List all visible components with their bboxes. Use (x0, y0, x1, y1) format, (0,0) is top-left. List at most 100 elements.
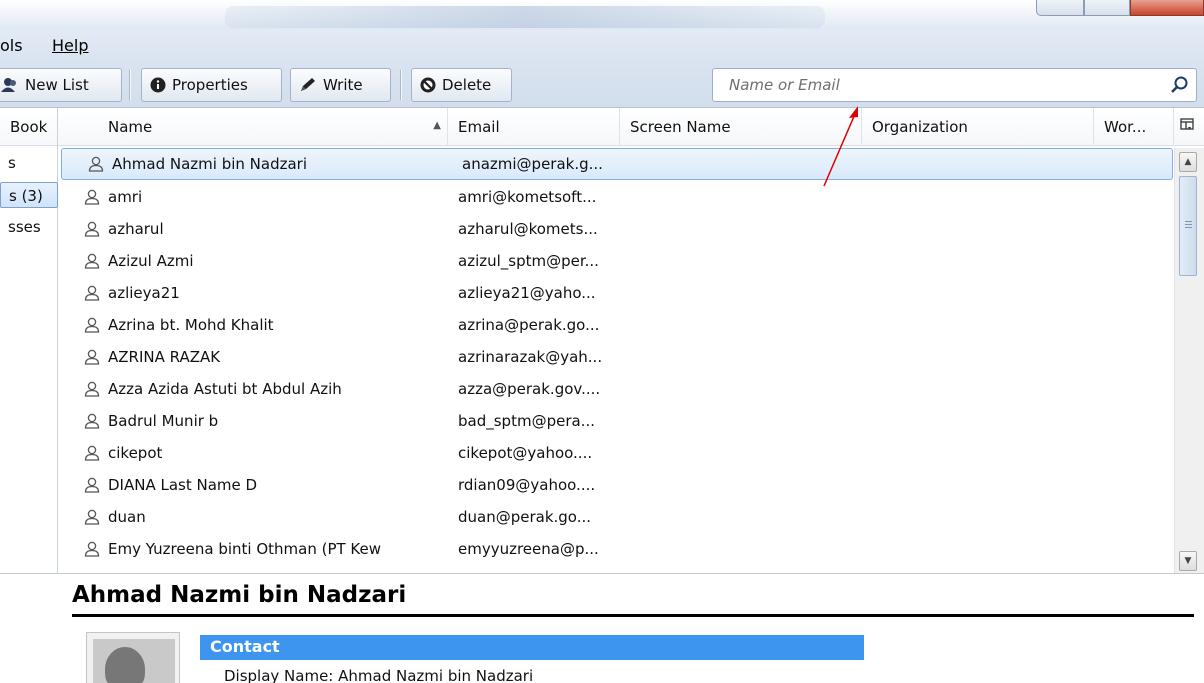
column-header-organization[interactable]: Organization (862, 108, 1094, 146)
delete-label: Delete (442, 76, 492, 94)
contact-person-icon (84, 541, 100, 561)
contact-person-icon (84, 253, 100, 273)
contact-name: azharul (108, 220, 164, 238)
contact-person-icon (84, 381, 100, 401)
search-icon[interactable] (1170, 75, 1190, 99)
menu-help-label: Help (52, 36, 89, 55)
contact-email: azizul_sptm@per... (458, 252, 599, 270)
info-icon (150, 77, 166, 93)
contact-row[interactable]: azharul azharul@komets... (58, 214, 1174, 246)
maximize-button[interactable] (1084, 0, 1130, 16)
contact-name: Azrina bt. Mohd Khalit (108, 316, 274, 334)
contact-list: Name ▲ Email Screen Name Organization Wo… (58, 108, 1204, 573)
contact-person-icon (84, 477, 100, 497)
contact-name: AZRINA RAZAK (108, 348, 221, 366)
contact-photo (86, 632, 180, 683)
write-label: Write (323, 76, 363, 94)
write-button[interactable]: Write (290, 68, 391, 102)
delete-icon (420, 77, 436, 93)
contact-email: amri@kometsoft... (458, 188, 597, 206)
contact-detail-title: Ahmad Nazmi bin Nadzari (72, 582, 407, 608)
contact-detail-pane: Ahmad Nazmi bin Nadzari Contact Display … (0, 573, 1204, 683)
contact-person-icon (84, 285, 100, 305)
column-header-name-label: Name (108, 118, 153, 136)
scroll-thumb[interactable] (1179, 176, 1197, 276)
contact-name: Badrul Munir b (108, 412, 219, 430)
contact-row[interactable]: amri amri@kometsoft... (58, 182, 1174, 214)
column-header-screen-name[interactable]: Screen Name (620, 108, 862, 146)
address-book-pane: Book s s (3) sses (0, 108, 58, 573)
window-titlebar (0, 0, 1204, 30)
contact-email: rdian09@yahoo.... (458, 476, 596, 494)
contact-person-icon (84, 189, 100, 209)
toolbar: New List Properties Write Delete (0, 62, 1204, 108)
column-header-name[interactable]: Name ▲ (58, 108, 448, 146)
contact-email: emyyuzreena@p... (458, 540, 599, 558)
column-header-row: Name ▲ Email Screen Name Organization Wo… (58, 108, 1204, 146)
contact-email: anazmi@perak.g... (462, 155, 603, 173)
column-picker-icon[interactable] (1174, 108, 1204, 146)
contact-person-icon (84, 221, 100, 241)
contact-email: azharul@komets... (458, 220, 598, 238)
close-window-button[interactable] (1130, 0, 1204, 16)
contact-person-icon (84, 413, 100, 433)
column-header-email[interactable]: Email (448, 108, 620, 146)
contact-row[interactable]: Badrul Munir b bad_sptm@pera... (58, 406, 1174, 438)
new-list-label: New List (25, 76, 89, 94)
pencil-icon (299, 77, 317, 93)
search-box[interactable] (712, 68, 1197, 102)
contact-row[interactable]: AZRINA RAZAK azrinarazak@yah... (58, 342, 1174, 374)
new-list-button[interactable]: New List (0, 68, 122, 102)
contact-person-icon (88, 156, 104, 176)
contact-email: duan@perak.go... (458, 508, 592, 526)
address-book-item-selected[interactable]: s (3) (0, 182, 58, 208)
toolbar-separator (129, 70, 131, 100)
contact-row[interactable]: Azrina bt. Mohd Khalit azrina@perak.go... (58, 310, 1174, 342)
contact-person-icon (84, 445, 100, 465)
titlebar-glass (225, 6, 825, 28)
contact-email: cikepot@yahoo.... (458, 444, 593, 462)
contact-row[interactable]: Azizul Azmi azizul_sptm@per... (58, 246, 1174, 278)
address-book-header[interactable]: Book (0, 108, 57, 146)
sort-ascending-icon: ▲ (433, 120, 441, 131)
contact-person-icon (84, 509, 100, 529)
contact-row[interactable]: Emy Yuzreena binti Othman (PT Kew emyyuzr… (58, 534, 1174, 566)
contact-row[interactable]: azlieya21 azlieya21@yaho... (58, 278, 1174, 310)
search-input[interactable] (729, 73, 1149, 97)
contact-person-icon (84, 349, 100, 369)
contact-name: azlieya21 (108, 284, 180, 302)
contact-row[interactable]: cikepot cikepot@yahoo.... (58, 438, 1174, 470)
properties-button[interactable]: Properties (141, 68, 282, 102)
properties-label: Properties (172, 76, 248, 94)
display-name-line: Display Name: Ahmad Nazmi bin Nadzari (224, 667, 534, 683)
contact-name: DIANA Last Name D (108, 476, 258, 494)
contact-email: bad_sptm@pera... (458, 412, 595, 430)
avatar-silhouette (105, 647, 145, 683)
vertical-scrollbar[interactable]: ▲ ▼ (1174, 148, 1204, 573)
delete-button[interactable]: Delete (411, 68, 512, 102)
contact-row-selected[interactable]: Ahmad Nazmi bin Nadzari anazmi@perak.g... (61, 148, 1173, 180)
toolbar-separator (400, 70, 402, 100)
contact-person-icon (84, 317, 100, 337)
title-divider (72, 614, 1194, 617)
contact-row[interactable]: Azza Azida Astuti bt Abdul Azih azza@pera… (58, 374, 1174, 406)
contact-email: azza@perak.gov.... (458, 380, 601, 398)
scroll-down-button[interactable]: ▼ (1179, 551, 1197, 571)
address-book-item[interactable]: sses (0, 214, 58, 240)
menu-tools[interactable]: ols (0, 36, 23, 55)
menu-help[interactable]: Help (52, 36, 88, 55)
minimize-button[interactable] (1036, 0, 1084, 16)
new-list-icon (1, 77, 19, 93)
address-book-item[interactable]: s (0, 150, 58, 176)
contact-name: Azizul Azmi (108, 252, 194, 270)
contact-email: azlieya21@yaho... (458, 284, 596, 302)
contact-name: duan (108, 508, 146, 526)
scroll-up-button[interactable]: ▲ (1179, 152, 1197, 172)
scroll-grip (1185, 221, 1192, 229)
contact-row[interactable]: DIANA Last Name D rdian09@yahoo.... (58, 470, 1174, 502)
column-header-work[interactable]: Wor... (1094, 108, 1174, 146)
contact-name: Azza Azida Astuti bt Abdul Azih (108, 380, 342, 398)
menu-bar: ols Help (0, 30, 1204, 62)
contact-name: amri (108, 188, 143, 206)
contact-row[interactable]: duan duan@perak.go... (58, 502, 1174, 534)
